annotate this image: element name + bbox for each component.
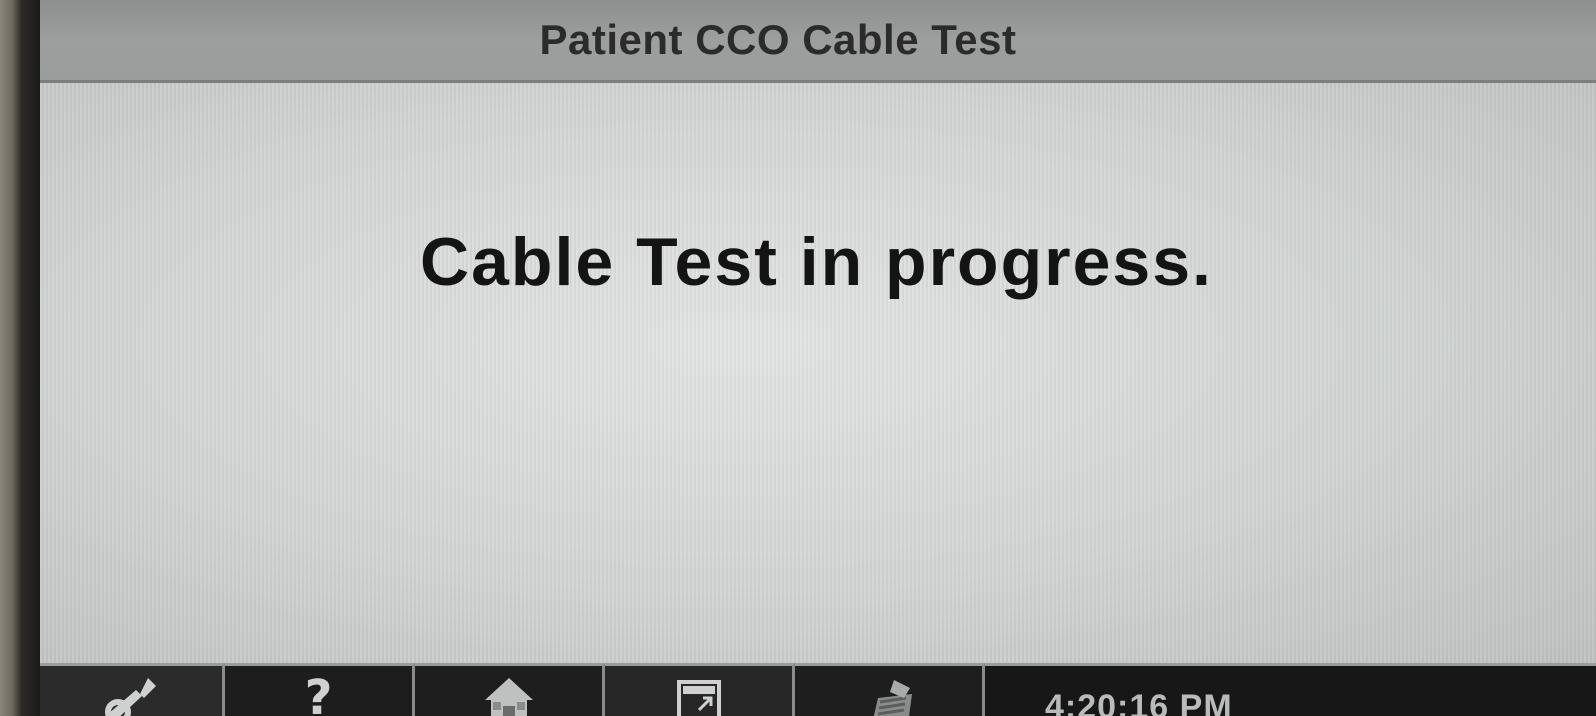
printer-icon [873, 680, 912, 716]
title-bar: Patient CCO Cable Test [40, 0, 1596, 83]
screen-button[interactable] [605, 663, 795, 716]
print-button[interactable] [795, 663, 985, 716]
main-content: Cable Test in progress. [40, 83, 1596, 663]
home-icon [484, 678, 533, 716]
clock-panel: 4:20:16 PM [985, 663, 1596, 716]
question-icon: ? [304, 670, 333, 716]
clock-time: 4:20:16 PM [1045, 688, 1233, 716]
help-button[interactable]: ? [225, 663, 415, 716]
page-title: Patient CCO Cable Test [539, 16, 1017, 63]
wrench-icon [105, 678, 156, 716]
home-button[interactable] [415, 663, 605, 716]
monitor-screen: Patient CCO Cable Test Cable Test in pro… [40, 0, 1596, 716]
footer-nav-bar: ? 4:20:16 PM [40, 663, 1596, 716]
screen-expand-icon [676, 680, 721, 716]
tools-button[interactable] [40, 663, 225, 716]
status-message: Cable Test in progress. [420, 224, 1213, 300]
